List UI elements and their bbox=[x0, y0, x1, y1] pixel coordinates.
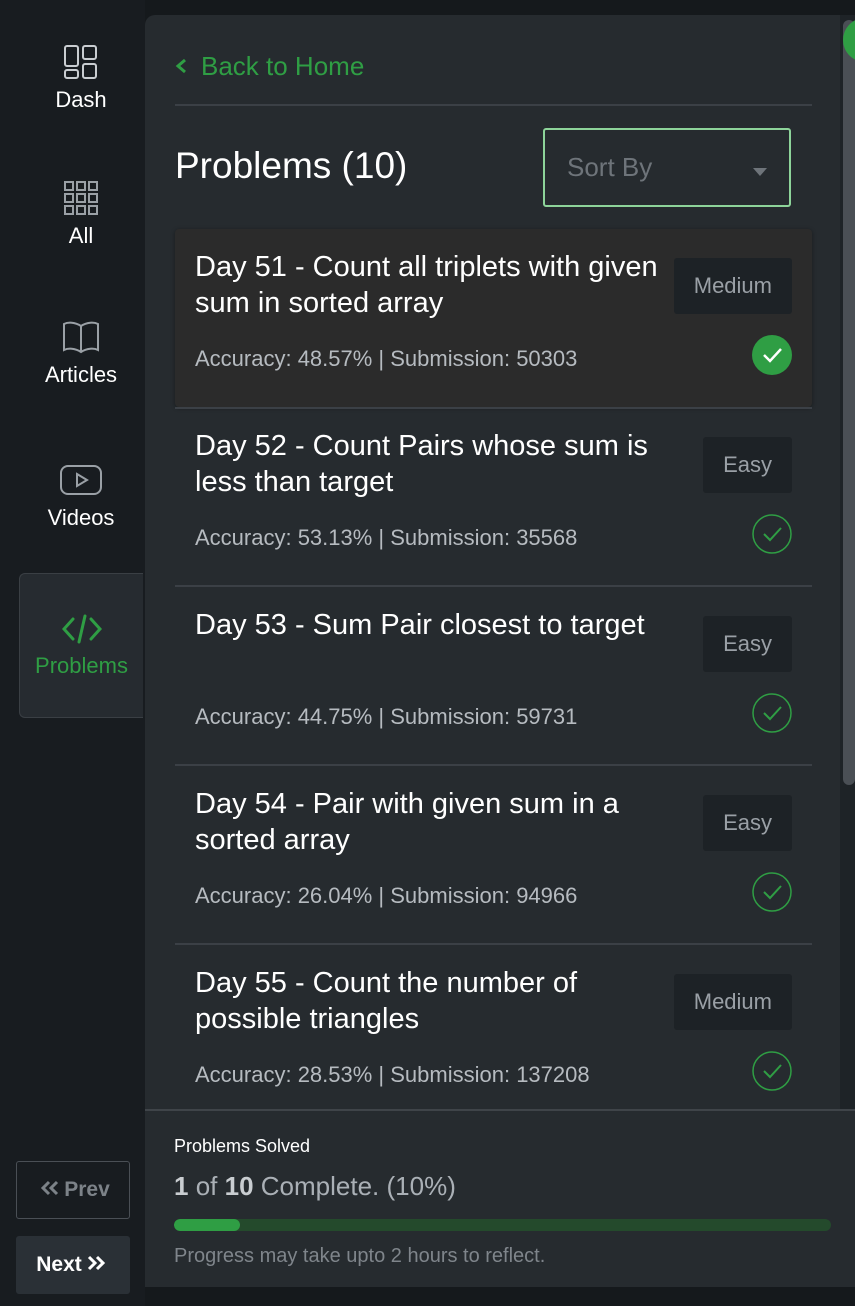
problem-card[interactable]: Day 52 - Count Pairs whose sum is less t… bbox=[175, 408, 812, 586]
problem-stats: Accuracy: 26.04% | Submission: 94966 bbox=[195, 883, 578, 908]
progress-note: Progress may take upto 2 hours to reflec… bbox=[174, 1245, 546, 1267]
problem-title: Day 51 - Count all triplets with given s… bbox=[195, 251, 658, 319]
sidebar-item-dash[interactable]: Dash bbox=[19, 45, 143, 190]
problem-title: Day 54 - Pair with given sum in a sorted… bbox=[195, 788, 619, 856]
code-icon bbox=[61, 613, 102, 653]
problem-title: Day 53 - Sum Pair closest to target bbox=[195, 609, 645, 641]
problem-card[interactable]: Day 54 - Pair with given sum in a sorted… bbox=[175, 766, 812, 944]
chevron-left-icon bbox=[175, 51, 201, 82]
problem-stats: Accuracy: 53.13% | Submission: 35568 bbox=[195, 525, 578, 550]
difficulty-badge: Easy bbox=[703, 795, 792, 851]
progress-count: 1 of 10 Complete. (10%) bbox=[174, 1171, 456, 1202]
solved-count: 1 bbox=[174, 1171, 189, 1201]
unsolved-check-icon bbox=[752, 693, 792, 738]
of-text: of bbox=[195, 1171, 218, 1201]
difficulty-badge: Medium bbox=[673, 258, 792, 314]
progress-bar bbox=[174, 1219, 831, 1231]
scrollbar-thumb[interactable] bbox=[843, 20, 855, 785]
grid-icon bbox=[64, 181, 98, 223]
problem-title: Day 55 - Count the number of possible tr… bbox=[195, 967, 578, 1035]
problem-stats: Accuracy: 48.57% | Submission: 50303 bbox=[195, 346, 578, 371]
progress-bar-fill bbox=[174, 1219, 240, 1231]
video-icon bbox=[60, 463, 102, 505]
sidebar-item-label: All bbox=[68, 223, 94, 248]
total-count: 10 bbox=[224, 1171, 254, 1201]
double-chevron-right-icon bbox=[82, 1253, 110, 1277]
progress-footer: Problems Solved 1 of 10 Complete. (10%) … bbox=[145, 1109, 855, 1287]
unsolved-check-icon bbox=[752, 514, 792, 559]
sidebar-item-label: Dash bbox=[55, 87, 107, 112]
difficulty-badge: Easy bbox=[703, 616, 792, 672]
sidebar-item-label: Problems bbox=[35, 652, 128, 678]
caret-down-icon bbox=[753, 152, 767, 183]
sidebar-item-problems[interactable]: Problems bbox=[19, 573, 143, 718]
double-chevron-left-icon bbox=[36, 1178, 64, 1202]
prev-label: Prev bbox=[64, 1178, 110, 1201]
problem-card[interactable]: Day 55 - Count the number of possible tr… bbox=[175, 945, 812, 1123]
problem-stats: Accuracy: 28.53% | Submission: 137208 bbox=[195, 1062, 590, 1087]
difficulty-badge: Medium bbox=[673, 974, 792, 1030]
problem-card[interactable]: Day 53 - Sum Pair closest to target Easy… bbox=[175, 587, 812, 765]
unsolved-check-icon bbox=[752, 1051, 792, 1096]
sort-placeholder: Sort By bbox=[567, 152, 653, 182]
sidebar-item-label: Videos bbox=[47, 505, 115, 530]
page-title: Problems (10) bbox=[175, 145, 408, 186]
back-label: Back to Home bbox=[201, 51, 365, 81]
sidebar-item-all[interactable]: All bbox=[19, 181, 143, 326]
back-to-home-link[interactable]: Back to Home bbox=[175, 51, 364, 82]
prev-button[interactable]: Prev bbox=[16, 1161, 130, 1219]
unsolved-check-icon bbox=[752, 872, 792, 917]
problem-title: Day 52 - Count Pairs whose sum is less t… bbox=[195, 430, 648, 498]
sidebar-item-articles[interactable]: Articles bbox=[19, 320, 143, 465]
dashboard-icon bbox=[64, 45, 98, 87]
next-button[interactable]: Next bbox=[16, 1236, 130, 1294]
next-label: Next bbox=[36, 1253, 82, 1276]
problems-panel: Back to Home Problems (10) Sort By Day 5… bbox=[145, 15, 840, 1285]
complete-text: Complete. (10%) bbox=[260, 1171, 456, 1201]
sort-dropdown[interactable]: Sort By bbox=[543, 128, 791, 207]
problem-card[interactable]: Day 51 - Count all triplets with given s… bbox=[175, 229, 812, 407]
progress-label: Problems Solved bbox=[174, 1136, 311, 1156]
header-divider bbox=[175, 104, 812, 106]
solved-check-icon bbox=[752, 335, 792, 380]
sidebar: Dash All Articles Videos Problems Prev N… bbox=[0, 0, 145, 1306]
book-icon bbox=[63, 320, 99, 362]
difficulty-badge: Easy bbox=[703, 437, 792, 493]
sidebar-item-label: Articles bbox=[44, 362, 118, 387]
problem-stats: Accuracy: 44.75% | Submission: 59731 bbox=[195, 704, 578, 729]
